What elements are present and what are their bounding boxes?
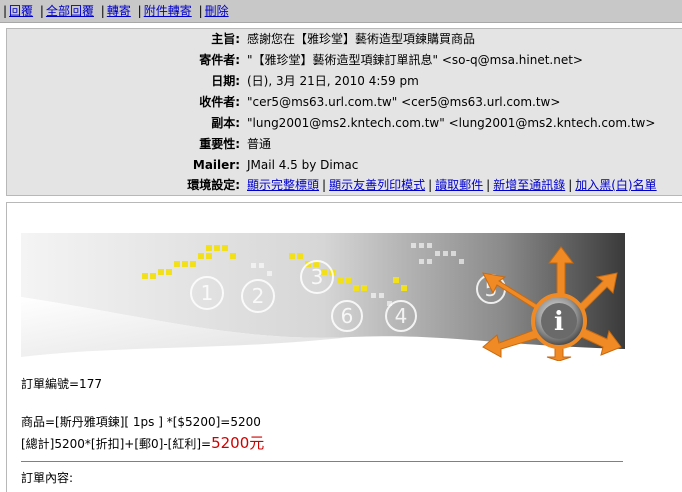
printer-friendly-link[interactable]: 顯示友善列印模式 xyxy=(329,178,425,192)
order-item-line: 商品=[斯丹雅項鍊][ 1ps ] *[$5200]=5200 xyxy=(21,415,261,429)
banner-number-3: 3 xyxy=(311,265,324,289)
banner-number-6: 6 xyxy=(341,304,354,328)
priority-label: 重要性: xyxy=(199,137,240,151)
message-toolbar: | 回覆 | 全部回覆 | 轉寄 | 附件轉寄 | 刪除 xyxy=(0,0,682,23)
from-value: "【雅珍堂】藝術造型項鍊訂單訊息" <so-q@msa.hinet.net> xyxy=(247,53,583,67)
mailer-label: Mailer: xyxy=(192,158,240,172)
show-full-headers-link[interactable]: 顯示完整標頭 xyxy=(247,178,319,192)
order-total-prefix: [總計]5200*[折扣]+[郵0]-[紅利]= xyxy=(21,437,212,451)
cc-label: 副本: xyxy=(211,116,240,130)
message-body: 1 2 3 6 4 5 i 訂單編號=177 商品=[斯丹雅項鍊][ 1ps ]… xyxy=(6,202,682,492)
forward-link[interactable]: 轉寄 xyxy=(107,4,131,18)
cc-value: "lung2001@ms2.kntech.com.tw" <lung2001@m… xyxy=(247,116,656,130)
banner-number-2: 2 xyxy=(252,284,265,308)
banner-number-1: 1 xyxy=(201,281,214,305)
order-number: 訂單編號=177 xyxy=(21,377,102,391)
date-value: (日), 3月 21日, 2010 4:59 pm xyxy=(247,74,419,88)
add-to-addressbook-link[interactable]: 新增至通訊錄 xyxy=(493,178,565,192)
read-receipt-link[interactable]: 讀取郵件 xyxy=(435,178,483,192)
reply-all-link[interactable]: 全部回覆 xyxy=(46,4,94,18)
message-headers-panel: 主旨: 感謝您在【雅珍堂】藝術造型項鍊購買商品 寄件者: "【雅珍堂】藝術造型項… xyxy=(6,28,682,196)
blacklist-link[interactable]: 加入黑(白)名單 xyxy=(575,178,656,192)
options-label: 環境設定: xyxy=(187,178,240,192)
store-banner-image: 1 2 3 6 4 5 i xyxy=(21,233,625,361)
from-label: 寄件者: xyxy=(199,53,240,67)
date-label: 日期: xyxy=(211,74,240,88)
subject-value: 感謝您在【雅珍堂】藝術造型項鍊購買商品 xyxy=(247,32,476,46)
svg-text:i: i xyxy=(554,307,564,337)
to-label: 收件者: xyxy=(199,95,240,109)
banner-number-4: 4 xyxy=(395,304,408,328)
order-total-line: [總計]5200*[折扣]+[郵0]-[紅利]=5200元 xyxy=(21,432,264,453)
order-content-label: 訂單內容: xyxy=(21,471,74,485)
to-value: "cer5@ms63.url.com.tw" <cer5@ms63.url.co… xyxy=(247,95,561,109)
forward-attachment-link[interactable]: 附件轉寄 xyxy=(144,4,192,18)
content-divider xyxy=(21,461,623,462)
priority-value: 普通 xyxy=(247,137,272,151)
delete-link[interactable]: 刪除 xyxy=(205,4,229,18)
options-links: 顯示完整標頭 | 顯示友善列印模式 | 讀取郵件 | 新增至通訊錄 | 加入黑(白)名單 xyxy=(247,178,657,192)
subject-label: 主旨: xyxy=(211,32,240,46)
order-total-amount: 5200元 xyxy=(211,434,265,452)
reply-link[interactable]: 回覆 xyxy=(9,4,33,18)
mailer-value: JMail 4.5 by Dimac xyxy=(247,158,359,172)
